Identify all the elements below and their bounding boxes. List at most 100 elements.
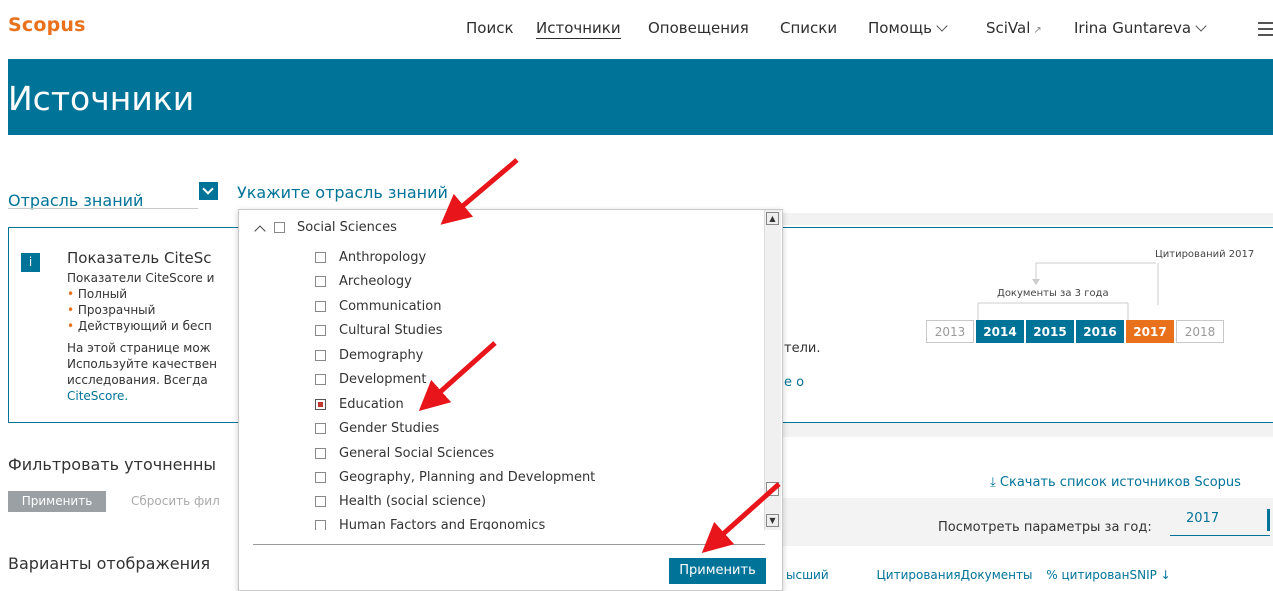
checkbox[interactable] <box>315 448 326 459</box>
page-banner <box>8 59 1273 135</box>
info-bullet: • Прозрачный <box>67 303 156 317</box>
dropdown-scrollbar[interactable]: ▲ ▼ <box>764 210 781 530</box>
group-checkbox[interactable] <box>274 222 285 233</box>
filter-title: Фильтровать уточненны <box>8 455 217 474</box>
nav-user-label: Irina Guntareva <box>1074 19 1192 37</box>
subject-dropdown-toggle[interactable] <box>199 182 218 200</box>
nav-alerts[interactable]: Оповещения <box>648 19 749 37</box>
display-options-title: Варианты отображения <box>8 554 211 573</box>
citescore-year-row: 2013 2014 2015 2016 2017 2018 <box>926 320 1226 345</box>
info-bullet-text: Действующий и бесп <box>77 319 212 333</box>
checkbox[interactable] <box>315 276 326 287</box>
info-bullet-text: Полный <box>77 287 128 301</box>
checkbox[interactable] <box>315 301 326 312</box>
citescore-link[interactable]: CiteScore. <box>67 389 128 403</box>
reset-filter-button[interactable]: Сбросить фил <box>131 494 220 508</box>
year-select-label: Посмотреть параметры за год: <box>938 520 1152 535</box>
info-icon: i <box>21 253 40 272</box>
subject-group-label: Social Sciences <box>297 220 397 235</box>
chevron-down-icon <box>936 20 948 32</box>
dropdown-divider <box>253 544 765 545</box>
year-box: 2014 <box>976 320 1024 343</box>
subject-item[interactable]: Health (social science) <box>315 494 486 509</box>
subject-item[interactable]: Communication <box>315 299 441 314</box>
info-bullet-text: Прозрачный <box>77 303 156 317</box>
info-bullet: • Полный <box>67 287 128 301</box>
year-select[interactable]: 2017 <box>1170 509 1270 536</box>
subject-item[interactable]: Education <box>315 397 404 412</box>
info-text: Используйте качествен <box>67 357 217 371</box>
info-bullet: • Действующий и бесп <box>67 319 212 333</box>
chevron-down-icon <box>1195 20 1207 32</box>
info-title: Показатель CiteSc <box>67 249 212 267</box>
nav-lists[interactable]: Списки <box>780 19 837 37</box>
subject-item[interactable]: General Social Sciences <box>315 446 494 461</box>
nav-search[interactable]: Поиск <box>466 19 514 37</box>
menu-icon[interactable] <box>1258 22 1273 40</box>
year-box: 2017 <box>1126 320 1174 343</box>
subject-item[interactable]: Cultural Studies <box>315 323 443 338</box>
nav-help[interactable]: Помощь <box>868 19 948 37</box>
info-text: исследования. Всегда <box>67 373 208 387</box>
checkbox[interactable] <box>315 472 326 483</box>
download-icon: ⤓ <box>990 475 1000 490</box>
year-box: 2013 <box>926 320 974 343</box>
year-box: 2018 <box>1176 320 1224 343</box>
subject-item[interactable]: Development <box>315 372 427 387</box>
checkbox[interactable] <box>315 350 326 361</box>
nav-scival-label: SciVal <box>986 19 1031 37</box>
dropdown-apply-button[interactable]: Применить <box>669 558 766 584</box>
year-box: 2016 <box>1076 320 1124 343</box>
citations-year-label: Цитирований 2017 <box>1155 249 1255 260</box>
subject-item-label: Development <box>339 372 427 387</box>
subject-item[interactable]: Gender Studies <box>315 421 439 436</box>
subject-item-label: Human Factors and Ergonomics <box>339 518 546 530</box>
subject-item[interactable]: Anthropology <box>315 250 426 265</box>
subject-group-header[interactable]: Social Sciences <box>254 220 397 237</box>
subject-item-label: Education <box>339 397 404 412</box>
subject-item-label: General Social Sciences <box>339 446 495 461</box>
nav-sources[interactable]: Источники <box>536 19 621 39</box>
subject-underline <box>8 208 198 209</box>
scroll-thumb[interactable] <box>766 482 779 496</box>
subject-item-label: Archeology <box>339 274 412 289</box>
arrow-icon <box>440 158 519 225</box>
scroll-up-icon[interactable]: ▲ <box>766 212 779 225</box>
nav-sources-label: Источники <box>536 19 621 39</box>
checkbox[interactable] <box>315 325 326 336</box>
download-source-list-link[interactable]: ⤓ Скачать список источников Scopus <box>990 475 1241 490</box>
subject-item-label: Health (social science) <box>339 494 487 509</box>
scroll-down-icon[interactable]: ▼ <box>766 514 779 527</box>
nav-user-menu[interactable]: Irina Guntareva <box>1074 19 1207 37</box>
subject-dropdown-hint[interactable]: Укажите отрасль знаний <box>237 183 448 202</box>
checkbox[interactable] <box>315 520 326 530</box>
nav-scival[interactable]: SciVal ↗ <box>986 19 1042 37</box>
subject-area-dropdown: Social Sciences Anthropology Archeology … <box>238 209 783 591</box>
subject-item[interactable]: Archeology <box>315 274 412 289</box>
documents-years-label: Документы за 3 года <box>997 288 1109 299</box>
info-text: Показатели CiteScore и <box>67 271 215 285</box>
chevron-up-icon[interactable] <box>254 224 266 237</box>
download-label: Скачать список источников Scopus <box>999 475 1241 490</box>
subject-item-label: Communication <box>339 299 442 314</box>
page-title: Источники <box>8 79 195 118</box>
subject-item-label: Geography, Planning and Development <box>339 470 596 485</box>
subject-area-list: Social Sciences Anthropology Archeology … <box>239 210 764 530</box>
info-link-right[interactable]: е о <box>784 375 804 390</box>
checkbox[interactable] <box>315 374 326 385</box>
background-strip <box>776 423 1273 437</box>
info-text: На этой странице мож <box>67 341 211 355</box>
subject-item-label: Gender Studies <box>339 421 440 436</box>
subject-item[interactable]: Geography, Planning and Development <box>315 470 595 485</box>
subject-item[interactable]: Demography <box>315 348 423 363</box>
subject-item[interactable]: Human Factors and Ergonomics <box>315 518 545 530</box>
checkbox[interactable] <box>315 496 326 507</box>
checkbox[interactable] <box>315 252 326 263</box>
scopus-logo[interactable]: Scopus <box>8 14 86 36</box>
checkbox[interactable] <box>315 423 326 434</box>
year-box: 2015 <box>1026 320 1074 343</box>
checkbox-checked[interactable] <box>315 399 326 410</box>
apply-filter-button[interactable]: Применить <box>8 491 106 512</box>
external-link-icon: ↗ <box>1033 25 1042 36</box>
subject-item-label: Anthropology <box>339 250 427 265</box>
